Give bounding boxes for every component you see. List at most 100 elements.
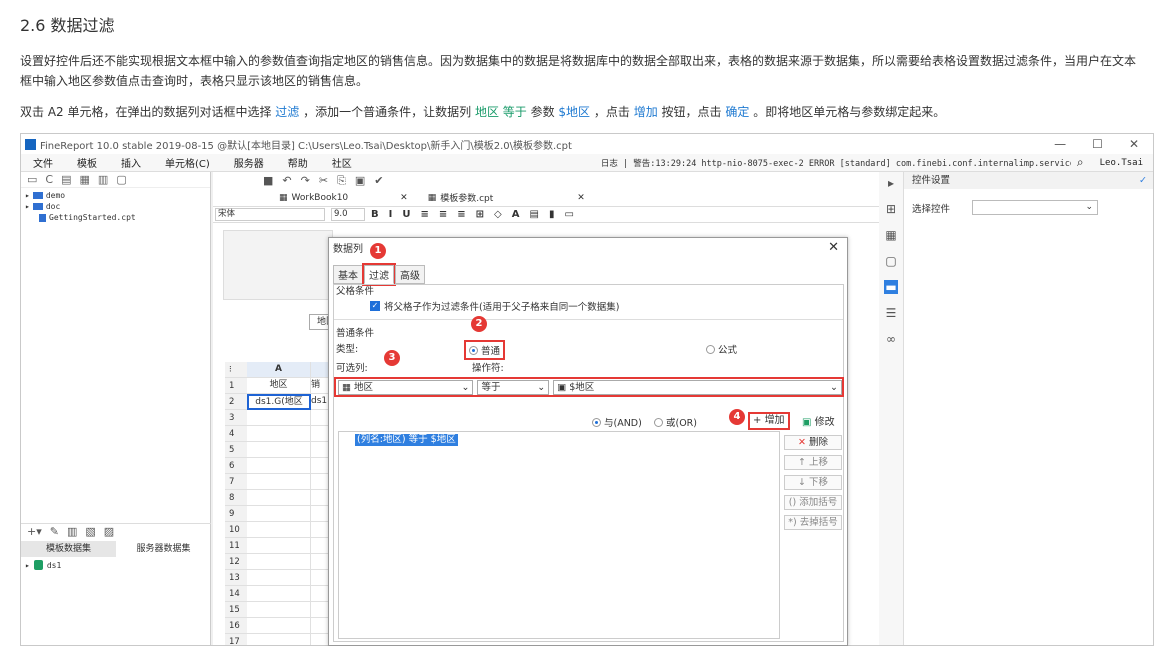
cell-a1[interactable]: 地区 [247,378,311,394]
cell-a5[interactable] [247,442,311,458]
add-dataset-icon[interactable]: +▾ [27,525,42,538]
redo-icon[interactable]: ↷ [301,174,310,187]
align-right-icon[interactable]: ≡ [457,209,465,220]
edit-condition-button[interactable]: ▣ 修改 [802,413,835,428]
edit-dataset-icon[interactable]: ✎ [50,525,59,538]
preview-dataset-icon[interactable]: ▧ [85,525,95,538]
widget-settings-icon[interactable]: ▬ [884,280,898,294]
cut-icon[interactable]: ✂ [319,174,328,187]
cell-a14[interactable] [247,586,311,602]
cell-a11[interactable] [247,538,311,554]
move-down-button[interactable]: ↓ 下移 [784,475,842,490]
cell-a13[interactable] [247,570,311,586]
cell-attr-icon[interactable]: ▦ [885,228,896,242]
refresh-icon[interactable]: C [45,173,53,186]
row-header[interactable]: 1 [225,378,247,394]
column-header-a[interactable]: A [247,362,311,378]
select-widget-dropdown[interactable]: ⌄ [972,200,1099,215]
italic-icon[interactable]: I [389,209,393,220]
column-select[interactable]: ▦ 地区 ⌄ [338,379,474,395]
param-value-select[interactable]: ▣ $地区 ⌄ [553,379,842,395]
delete-dataset-icon[interactable]: ▥ [67,525,77,538]
tab-basic[interactable]: 基本 [333,265,363,284]
bold-icon[interactable]: B [371,209,379,220]
tab-workbook10[interactable]: ▦ WorkBook10 ✕ [273,193,414,203]
open-icon[interactable]: ▤ [61,173,71,186]
tab-server-dataset[interactable]: 服务器数据集 [116,541,211,557]
dataset-params-icon[interactable]: ▨ [104,525,114,538]
float-element-icon[interactable]: ▢ [885,254,896,268]
maximize-button[interactable]: ☐ [1092,137,1103,151]
align-left-icon[interactable]: ≡ [420,209,428,220]
row-header[interactable]: 13 [225,570,247,586]
close-icon[interactable]: ✕ [828,240,847,255]
parent-filter-checkbox[interactable]: ✓ 将父格子作为过滤条件(适用于父子格来自同一个数据集) [370,299,619,313]
paste-icon[interactable]: ▣ [355,174,365,187]
or-radio[interactable]: 或(OR) [654,415,697,429]
menu-insert[interactable]: 插入 [109,155,153,170]
font-select[interactable]: 宋体 [215,208,325,221]
menu-file[interactable]: 文件 [21,155,65,170]
cell-a6[interactable] [247,458,311,474]
save-icon[interactable]: ■ [263,174,273,187]
operator-select[interactable]: 等于 ⌄ [477,379,550,395]
condition-item[interactable]: (列名:地区) 等于 $地区 [355,434,458,446]
collapse-icon[interactable]: ▢ [116,173,126,186]
user-name[interactable]: Leo.Tsai [1090,158,1153,168]
and-radio[interactable]: 与(AND) [592,415,642,429]
format-painter-icon[interactable]: ✔ [374,174,383,187]
cell-a3[interactable] [247,410,311,426]
type-formula-radio[interactable]: 公式 [706,342,737,356]
collapse-arrow-icon[interactable]: ▸ [888,176,894,190]
minimize-button[interactable]: — [1054,137,1066,151]
menu-cell[interactable]: 单元格(C) [153,155,222,170]
row-header[interactable]: 5 [225,442,247,458]
chart-icon[interactable]: ▮ [549,209,555,220]
add-bracket-button[interactable]: () 添加括号 [784,495,842,510]
condition-list[interactable]: (列名:地区) 等于 $地区 [338,431,780,639]
add-condition-button[interactable]: + 增加 [748,412,790,430]
cell-a10[interactable] [247,522,311,538]
cell-a4[interactable] [247,426,311,442]
new-folder-icon[interactable]: ▭ [27,173,37,186]
locate-icon[interactable]: ▦ [80,173,90,186]
row-header[interactable]: 4 [225,426,247,442]
condition-attr-icon[interactable]: ☰ [886,306,897,320]
font-color-icon[interactable]: A [512,209,520,220]
cell-a15[interactable] [247,602,311,618]
move-up-button[interactable]: ↑ 上移 [784,455,842,470]
row-header[interactable]: 15 [225,602,247,618]
cell-a12[interactable] [247,554,311,570]
merge-icon[interactable]: ▤ [530,209,539,220]
menu-template[interactable]: 模板 [65,155,109,170]
close-tab-icon[interactable]: ✕ [577,193,585,203]
close-tab-icon[interactable]: ✕ [400,193,408,203]
row-header[interactable]: 14 [225,586,247,602]
cell-element-icon[interactable]: ⊞ [886,202,896,216]
cell-a9[interactable] [247,506,311,522]
delete-icon[interactable]: ▥ [98,173,108,186]
row-header[interactable]: 16 [225,618,247,634]
cell-a7[interactable] [247,474,311,490]
border-icon[interactable]: ⊞ [476,209,484,220]
tab-template-dataset[interactable]: 模板数据集 [21,541,116,557]
corner-cell[interactable]: ⁝ [225,362,247,378]
tree-item-doc[interactable]: ▸ doc [25,201,206,212]
row-header[interactable]: 7 [225,474,247,490]
hyperlink-icon[interactable]: ∞ [886,332,896,346]
row-header[interactable]: 10 [225,522,247,538]
log-status[interactable]: 日志 | 警告:13:29:24 http-nio-8075-exec-2 ER… [601,157,1071,169]
align-center-icon[interactable]: ≡ [439,209,447,220]
cell-a17[interactable] [247,634,311,645]
row-header[interactable]: 2 [225,394,247,410]
image-icon[interactable]: ▭ [564,209,573,220]
delete-condition-button[interactable]: ✕ 删除 [784,435,842,450]
row-header[interactable]: 9 [225,506,247,522]
close-window-button[interactable]: ✕ [1129,137,1139,151]
edit-pen-icon[interactable]: ✓ [1139,172,1153,189]
row-header[interactable]: 17 [225,634,247,645]
cell-a2[interactable]: ds1.G(地区 [247,394,311,410]
menu-help[interactable]: 帮助 [276,155,320,170]
fill-color-icon[interactable]: ◇ [494,209,502,220]
tab-filter[interactable]: 过滤 [362,263,396,286]
